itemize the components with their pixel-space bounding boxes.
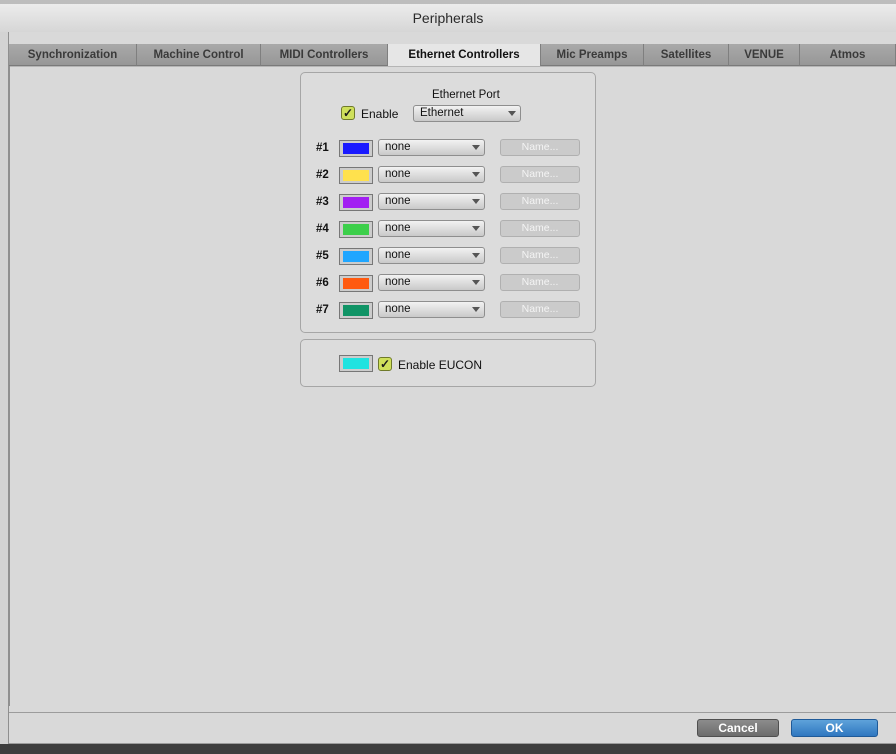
- color-fill: [343, 197, 369, 208]
- controller-color-swatch[interactable]: [339, 194, 373, 211]
- controller-number: #7: [316, 304, 329, 316]
- controller-name-button[interactable]: Name...: [500, 193, 580, 210]
- eucon-color-swatch[interactable]: [339, 355, 373, 372]
- window-left-edge: [0, 32, 9, 754]
- controller-select-value: none: [385, 195, 411, 207]
- peripherals-window: Peripherals Synchronization Machine Cont…: [0, 0, 896, 754]
- controller-number: #1: [316, 142, 329, 154]
- controller-name-button[interactable]: Name...: [500, 247, 580, 264]
- controller-color-swatch[interactable]: [339, 275, 373, 292]
- ethernet-port-value: Ethernet: [420, 107, 464, 119]
- controller-select[interactable]: none: [378, 139, 485, 156]
- chevron-down-icon: [508, 111, 516, 116]
- window-bottom-edge: [0, 744, 896, 754]
- color-fill: [343, 143, 369, 154]
- chevron-down-icon: [472, 145, 480, 150]
- chevron-down-icon: [472, 172, 480, 177]
- chevron-down-icon: [472, 280, 480, 285]
- controller-select[interactable]: none: [378, 301, 485, 318]
- tab-satellites[interactable]: Satellites: [644, 44, 729, 66]
- color-fill: [343, 278, 369, 289]
- cancel-button[interactable]: Cancel: [697, 719, 779, 737]
- controller-number: #6: [316, 277, 329, 289]
- window-title: Peripherals: [0, 0, 896, 32]
- controller-number: #4: [316, 223, 329, 235]
- controller-number: #3: [316, 196, 329, 208]
- ethernet-port-select[interactable]: Ethernet: [413, 105, 521, 122]
- content-divider: [9, 66, 10, 706]
- color-fill: [343, 305, 369, 316]
- ethernet-port-label: Ethernet Port: [432, 89, 500, 101]
- tab-mic-preamps[interactable]: Mic Preamps: [541, 44, 644, 66]
- tab-synchronization[interactable]: Synchronization: [9, 44, 137, 66]
- controller-name-button[interactable]: Name...: [500, 274, 580, 291]
- controller-select[interactable]: none: [378, 220, 485, 237]
- controller-name-button[interactable]: Name...: [500, 301, 580, 318]
- controller-select-value: none: [385, 276, 411, 288]
- enable-label: Enable: [361, 107, 399, 121]
- controller-select[interactable]: none: [378, 274, 485, 291]
- controller-name-button[interactable]: Name...: [500, 166, 580, 183]
- chevron-down-icon: [472, 199, 480, 204]
- color-fill: [343, 358, 369, 369]
- controller-color-swatch[interactable]: [339, 167, 373, 184]
- controller-color-swatch[interactable]: [339, 221, 373, 238]
- color-fill: [343, 224, 369, 235]
- controller-select-value: none: [385, 249, 411, 261]
- enable-eucon-label: Enable EUCON: [398, 358, 483, 372]
- controller-select[interactable]: none: [378, 193, 485, 210]
- controller-color-swatch[interactable]: [339, 302, 373, 319]
- controller-number: #5: [316, 250, 329, 262]
- controller-color-swatch[interactable]: [339, 140, 373, 157]
- tab-ethernet-controllers[interactable]: Ethernet Controllers: [388, 44, 541, 66]
- tab-venue[interactable]: VENUE: [729, 44, 800, 66]
- controller-select-value: none: [385, 222, 411, 234]
- controller-color-swatch[interactable]: [339, 248, 373, 265]
- color-fill: [343, 170, 369, 181]
- controller-select-value: none: [385, 141, 411, 153]
- controller-number: #2: [316, 169, 329, 181]
- controller-select[interactable]: none: [378, 247, 485, 264]
- controller-name-button[interactable]: Name...: [500, 220, 580, 237]
- controller-select[interactable]: none: [378, 166, 485, 183]
- controller-select-value: none: [385, 303, 411, 315]
- enable-checkbox[interactable]: ✓: [341, 106, 355, 120]
- chevron-down-icon: [472, 253, 480, 258]
- enable-eucon-checkbox[interactable]: ✓: [378, 357, 392, 371]
- controller-name-button[interactable]: Name...: [500, 139, 580, 156]
- color-fill: [343, 251, 369, 262]
- tab-midi-controllers[interactable]: MIDI Controllers: [261, 44, 388, 66]
- chevron-down-icon: [472, 226, 480, 231]
- controller-select-value: none: [385, 168, 411, 180]
- chevron-down-icon: [472, 307, 480, 312]
- tab-atmos[interactable]: Atmos: [800, 44, 896, 66]
- ok-button[interactable]: OK: [791, 719, 878, 737]
- tab-machine-control[interactable]: Machine Control: [137, 44, 261, 66]
- tab-bar: Synchronization Machine Control MIDI Con…: [9, 44, 896, 66]
